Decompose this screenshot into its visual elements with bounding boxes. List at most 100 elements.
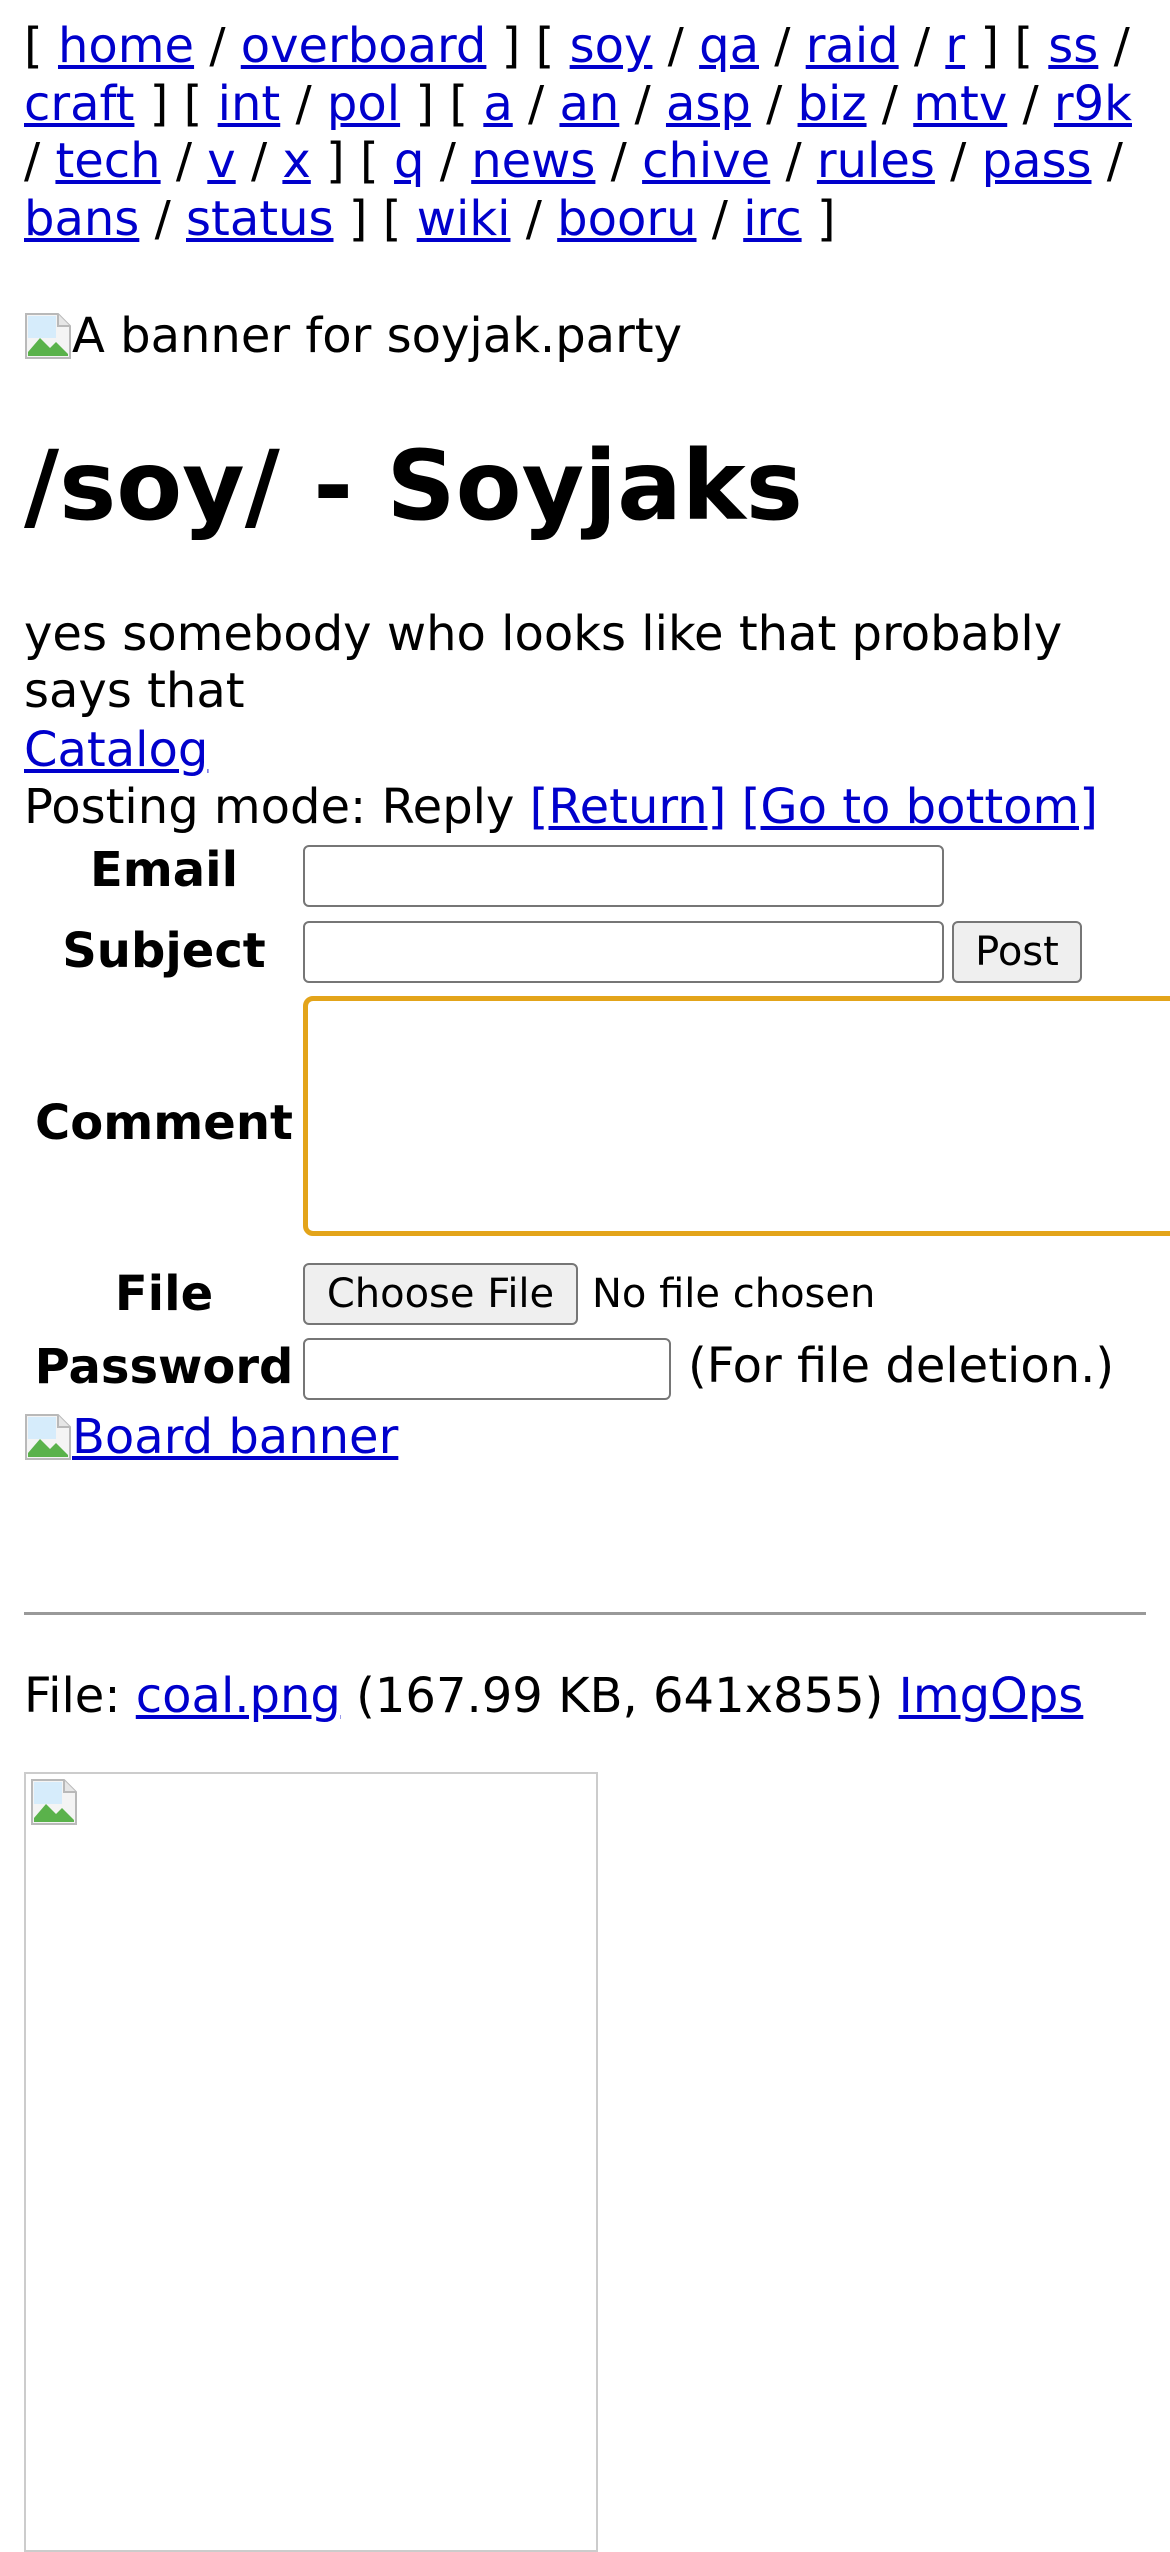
board-link-biz[interactable]: biz: [798, 76, 867, 132]
board-link-asp[interactable]: asp: [666, 76, 751, 132]
post-button[interactable]: Post: [952, 921, 1082, 983]
board-link-ss[interactable]: ss: [1048, 18, 1098, 74]
site-banner: A banner for soyjak.party: [24, 306, 682, 366]
board-banner: Board banner: [24, 1407, 398, 1467]
board-link-craft[interactable]: craft: [24, 76, 134, 132]
bracket-open: [: [535, 18, 570, 74]
board-link-overboard[interactable]: overboard: [241, 18, 487, 74]
board-separator: /: [139, 190, 186, 247]
board-separator: /: [750, 75, 798, 132]
email-field[interactable]: [303, 845, 944, 907]
board-banner-link[interactable]: Board banner: [72, 1407, 398, 1467]
board-link-soy[interactable]: soy: [570, 18, 653, 74]
board-separator: /: [934, 133, 982, 189]
board-separator: /: [595, 133, 643, 189]
comment-textarea[interactable]: [303, 996, 1170, 1236]
password-label: Password: [34, 1339, 294, 1395]
board-link-an[interactable]: an: [559, 76, 619, 132]
subject-field[interactable]: [303, 921, 944, 983]
bracket-close: ]: [134, 75, 169, 132]
choose-file-button[interactable]: Choose File: [303, 1263, 578, 1325]
catalog-link-row: Catalog: [24, 720, 208, 780]
board-separator: /: [160, 133, 208, 189]
post-file-info: File: coal.png (167.99 KB, 641x855) ImgO…: [24, 1666, 1083, 1726]
email-label: Email: [89, 842, 239, 898]
board-separator: /: [652, 18, 700, 74]
file-prefix: File:: [24, 1668, 121, 1724]
imgops-link[interactable]: ImgOps: [899, 1668, 1084, 1724]
bracket-open: [: [24, 18, 58, 74]
board-link-qa[interactable]: qa: [699, 18, 759, 74]
file-details: (167.99 KB, 641x855): [356, 1668, 884, 1724]
board-separator: /: [194, 18, 241, 74]
bracket-open: [: [449, 75, 484, 132]
bracket-open: [: [382, 190, 417, 247]
board-separator: /: [1098, 18, 1130, 74]
return-link[interactable]: [Return]: [530, 779, 727, 835]
posting-mode-text: Posting mode: Reply: [24, 779, 515, 835]
board-link-q[interactable]: q: [394, 133, 424, 189]
board-separator: /: [235, 133, 283, 189]
divider: [24, 1612, 1146, 1615]
subject-label: Subject: [62, 923, 266, 979]
board-separator: /: [619, 75, 666, 132]
board-link-bans[interactable]: bans: [24, 191, 139, 247]
board-link-wiki[interactable]: wiki: [417, 191, 511, 247]
board-link-irc[interactable]: irc: [743, 191, 801, 247]
board-separator: /: [898, 18, 946, 74]
board-link-booru[interactable]: booru: [557, 191, 696, 247]
site-banner-alt-text: A banner for soyjak.party: [72, 308, 683, 364]
broken-image-icon: [30, 1778, 78, 1826]
board-separator: /: [696, 190, 744, 247]
board-separator: /: [759, 18, 806, 74]
board-link-pol[interactable]: pol: [327, 76, 400, 132]
board-link-news[interactable]: news: [471, 133, 595, 189]
board-separator: /: [1007, 75, 1054, 132]
board-link-status[interactable]: status: [186, 191, 334, 247]
posting-mode-bar: Posting mode: Reply [Return] [Go to bott…: [24, 777, 1098, 837]
comment-label: Comment: [35, 1095, 293, 1151]
board-link-v[interactable]: v: [207, 133, 235, 189]
board-link-pass[interactable]: pass: [982, 133, 1092, 189]
bracket-close: ]: [965, 18, 1000, 74]
board-separator: /: [424, 133, 472, 189]
password-field[interactable]: [303, 1338, 671, 1400]
board-link-chive[interactable]: chive: [642, 133, 770, 189]
board-link-raid[interactable]: raid: [806, 18, 899, 74]
bracket-close: ]: [486, 18, 521, 74]
board-link-a[interactable]: a: [483, 76, 512, 132]
password-note: (For file deletion.): [688, 1338, 1115, 1394]
catalog-link[interactable]: Catalog: [24, 722, 208, 778]
board-separator: /: [280, 75, 327, 132]
post-image-thumbnail[interactable]: [24, 1772, 598, 2552]
bracket-open: [: [360, 133, 395, 189]
board-link-r[interactable]: r: [945, 18, 965, 74]
board-link-x[interactable]: x: [282, 133, 310, 189]
board-link-r9k[interactable]: r9k: [1054, 76, 1132, 132]
board-list-nav: [ home / overboard ] [ soy / qa / raid /…: [24, 18, 1154, 248]
board-separator: /: [510, 190, 558, 247]
bracket-close: ]: [801, 190, 836, 247]
file-name-link[interactable]: coal.png: [136, 1668, 341, 1724]
board-separator: /: [1091, 133, 1123, 189]
board-separator: /: [770, 133, 817, 189]
board-subtitle: yes somebody who looks like that probabl…: [24, 606, 1063, 719]
bracket-open: [: [183, 75, 218, 132]
broken-image-icon: [24, 312, 72, 360]
file-label: File: [114, 1266, 214, 1322]
board-title: /soy/ - Soyjaks: [24, 430, 803, 542]
bracket-close: ]: [333, 190, 368, 247]
board-separator: /: [24, 133, 56, 189]
bracket-close: ]: [400, 75, 435, 132]
board-separator: /: [866, 75, 914, 132]
board-link-mtv[interactable]: mtv: [913, 76, 1007, 132]
board-link-home[interactable]: home: [58, 18, 194, 74]
board-separator: /: [512, 75, 560, 132]
board-link-tech[interactable]: tech: [55, 133, 160, 189]
board-link-int[interactable]: int: [218, 76, 281, 132]
no-file-chosen-text: No file chosen: [592, 1271, 876, 1317]
go-to-bottom-link[interactable]: [Go to bottom]: [742, 779, 1098, 835]
bracket-open: [: [1014, 18, 1049, 74]
bracket-close: ]: [310, 133, 345, 189]
board-link-rules[interactable]: rules: [817, 133, 935, 189]
